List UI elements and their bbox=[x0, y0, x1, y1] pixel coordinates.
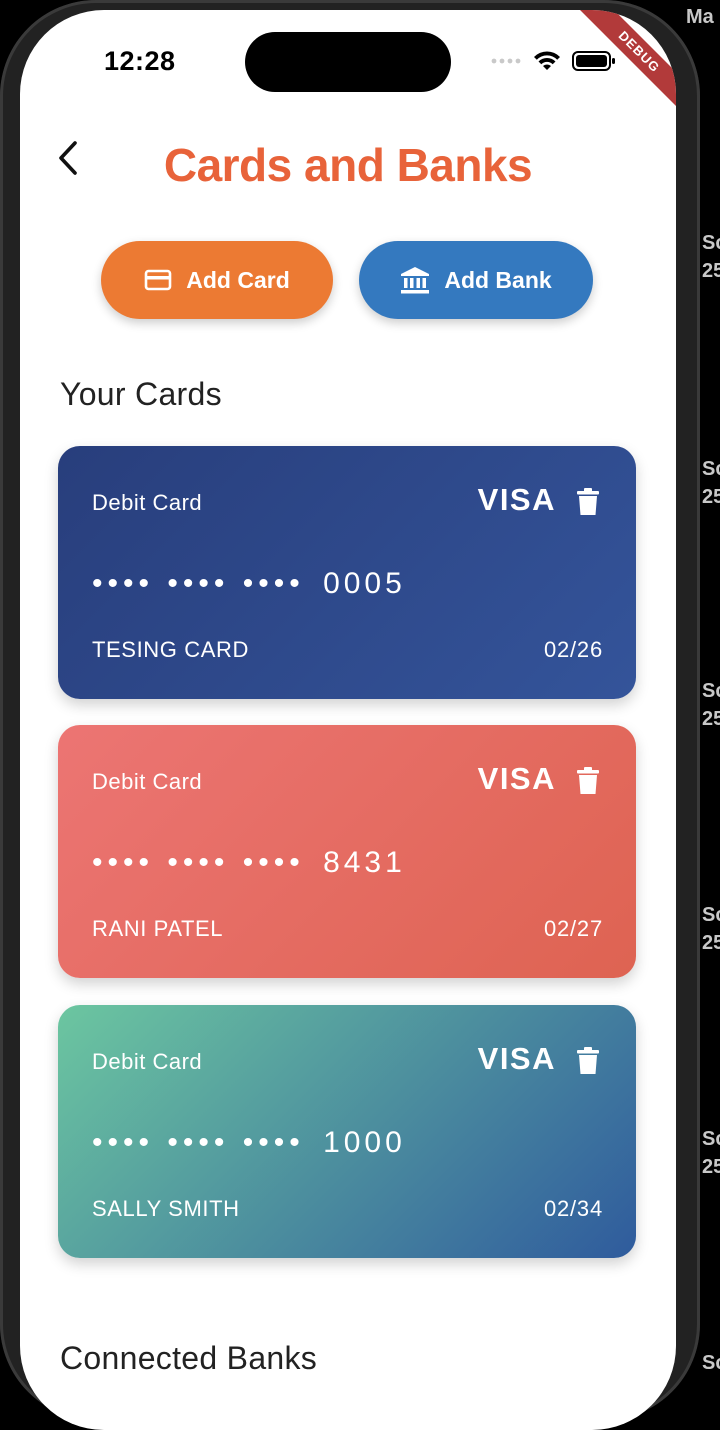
card-type: Debit Card bbox=[92, 490, 203, 515]
card-last4: 0005 bbox=[323, 567, 406, 600]
card-last4: 8431 bbox=[323, 846, 406, 879]
card-expiry: 02/34 bbox=[543, 1196, 603, 1221]
card-brand: VISA bbox=[477, 761, 556, 796]
card-number: •••• •••• •••• 8431 bbox=[92, 846, 406, 880]
cellular-signal-icon bbox=[491, 58, 521, 64]
background-item-value: 25 bbox=[702, 708, 720, 730]
card-expiry: 02/26 bbox=[543, 637, 603, 662]
wifi-icon bbox=[534, 51, 560, 70]
trash-icon[interactable] bbox=[576, 767, 600, 795]
trash-icon[interactable] bbox=[576, 1047, 600, 1075]
card-holder: SALLY SMITH bbox=[92, 1196, 240, 1221]
card-item[interactable]: Debit Card VISA •••• •••• •••• 1000 SALL… bbox=[58, 1005, 636, 1258]
card-holder: TESING CARD bbox=[92, 637, 249, 662]
background-item-value: 25 bbox=[702, 1156, 720, 1178]
background-item-label: Sc bbox=[702, 232, 720, 254]
card-number-mask: •••• •••• •••• bbox=[92, 567, 305, 600]
trash-icon[interactable] bbox=[576, 488, 600, 516]
card-item[interactable]: Debit Card VISA •••• •••• •••• 8431 RANI… bbox=[58, 725, 636, 978]
background-top-label: Ma bbox=[686, 6, 714, 28]
add-card-button[interactable]: Add Card bbox=[101, 241, 333, 319]
card-number: •••• •••• •••• 0005 bbox=[92, 567, 406, 601]
card-number-mask: •••• •••• •••• bbox=[92, 1126, 305, 1159]
background-item-label: Sc bbox=[702, 458, 720, 480]
card-type: Debit Card bbox=[92, 769, 203, 794]
add-bank-label: Add Bank bbox=[444, 266, 552, 293]
credit-card-icon bbox=[144, 269, 172, 291]
card-number-mask: •••• •••• •••• bbox=[92, 846, 305, 879]
add-card-label: Add Card bbox=[186, 266, 290, 293]
dynamic-island bbox=[245, 32, 451, 92]
card-brand: VISA bbox=[477, 1041, 556, 1076]
background-item-value: 25 bbox=[702, 932, 720, 954]
bank-icon bbox=[401, 267, 430, 294]
status-time: 12:28 bbox=[104, 46, 176, 76]
app-screen: 12:28 DEBUG Cards and Banks Add Card Add… bbox=[20, 10, 676, 1430]
status-indicators bbox=[490, 50, 616, 72]
card-last4: 1000 bbox=[323, 1126, 406, 1159]
background-item-label: Sc bbox=[702, 1128, 720, 1150]
background-item-label: Sc bbox=[702, 904, 720, 926]
page-title: Cards and Banks bbox=[163, 139, 533, 191]
card-holder: RANI PATEL bbox=[92, 916, 224, 941]
card-expiry: 02/27 bbox=[543, 916, 603, 941]
card-item[interactable]: Debit Card VISA •••• •••• •••• 0005 TESI… bbox=[58, 446, 636, 699]
background-item-label: Sc bbox=[702, 1352, 720, 1374]
card-brand: VISA bbox=[477, 482, 556, 517]
your-cards-heading: Your Cards bbox=[60, 376, 222, 412]
add-bank-button[interactable]: Add Bank bbox=[359, 241, 593, 319]
card-number: •••• •••• •••• 1000 bbox=[92, 1126, 406, 1160]
battery-icon bbox=[572, 51, 615, 71]
background-item-value: 25 bbox=[702, 260, 720, 282]
background-item-value: 25 bbox=[702, 486, 720, 508]
card-type: Debit Card bbox=[92, 1049, 203, 1074]
connected-banks-heading: Connected Banks bbox=[60, 1340, 318, 1376]
background-item-label: Sc bbox=[702, 680, 720, 702]
